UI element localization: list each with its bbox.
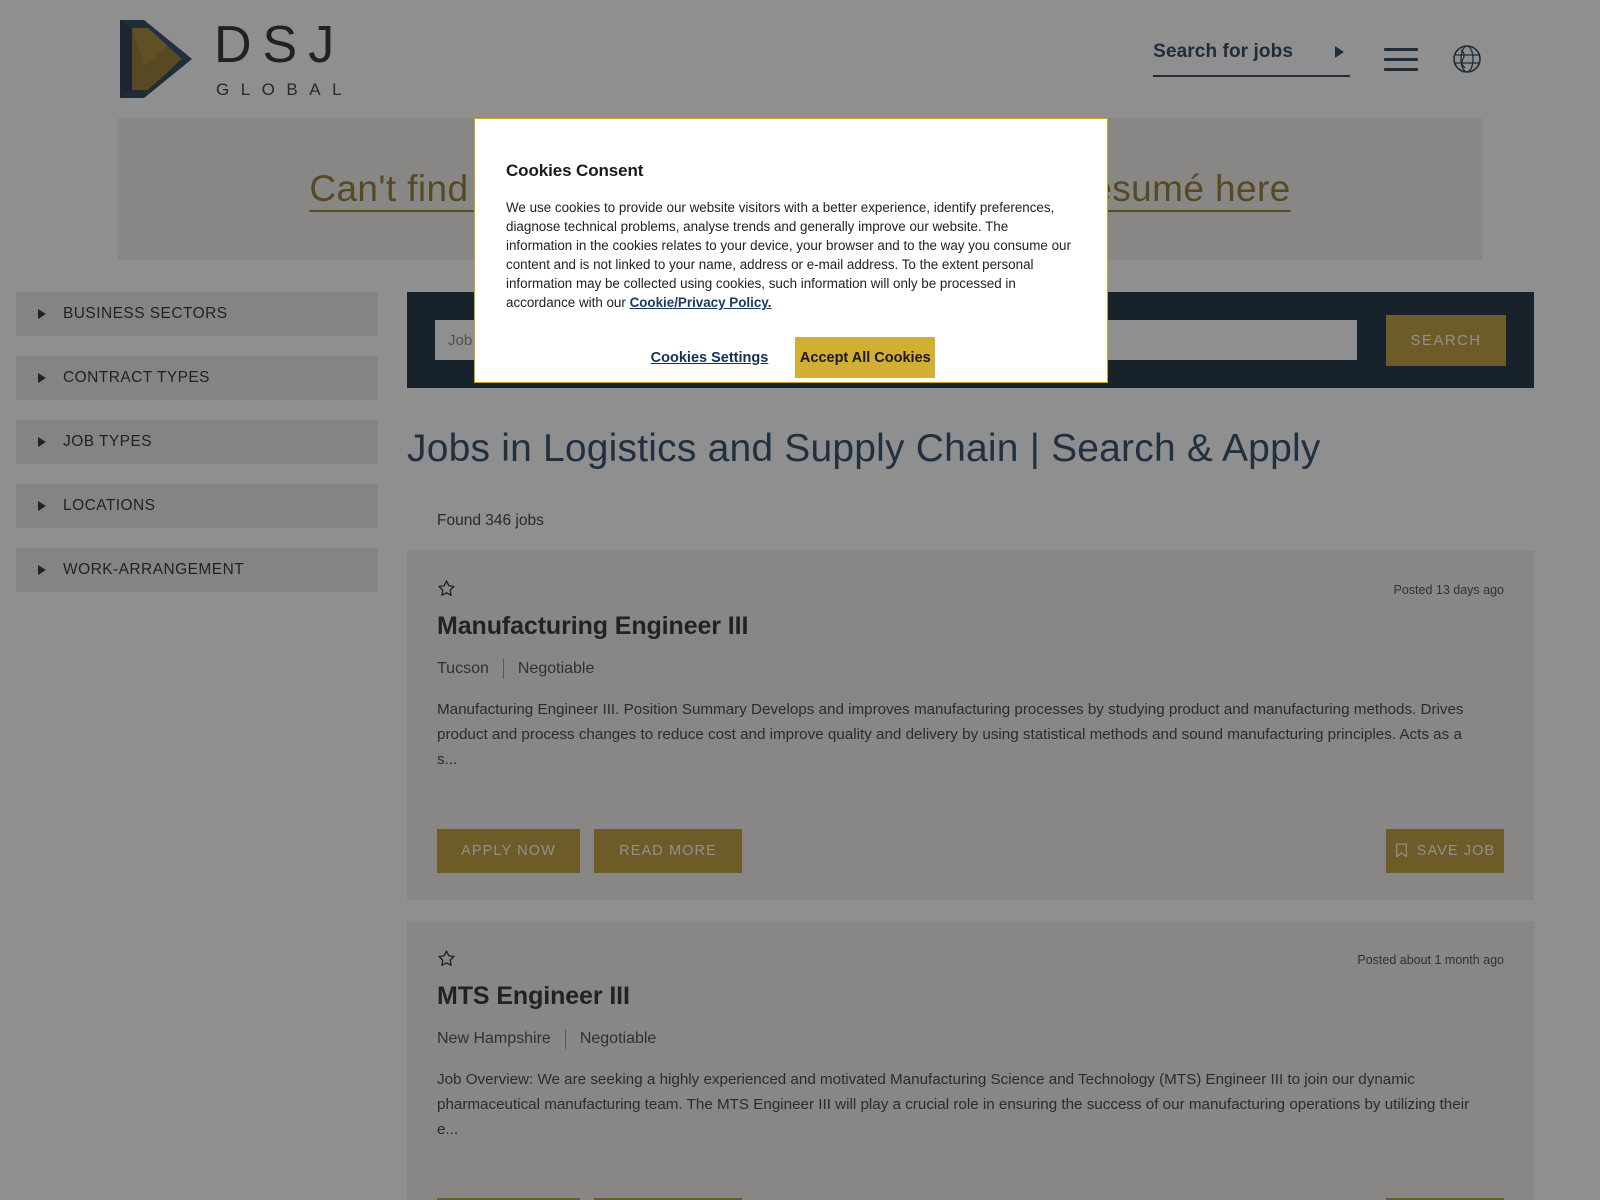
- cookies-consent-actions: Cookies Settings Accept All Cookies: [506, 337, 1076, 379]
- cookies-consent-dialog: Cookies Consent We use cookies to provid…: [474, 118, 1108, 383]
- cookie-privacy-policy-link[interactable]: Cookie/Privacy Policy.: [630, 295, 772, 310]
- cookies-consent-title: Cookies Consent: [506, 161, 644, 180]
- cookies-settings-button[interactable]: Cookies Settings: [647, 340, 773, 376]
- cookies-consent-text: We use cookies to provide our website vi…: [506, 200, 1071, 311]
- accept-all-cookies-button[interactable]: Accept All Cookies: [795, 337, 936, 379]
- cookies-consent-body: We use cookies to provide our website vi…: [506, 198, 1076, 312]
